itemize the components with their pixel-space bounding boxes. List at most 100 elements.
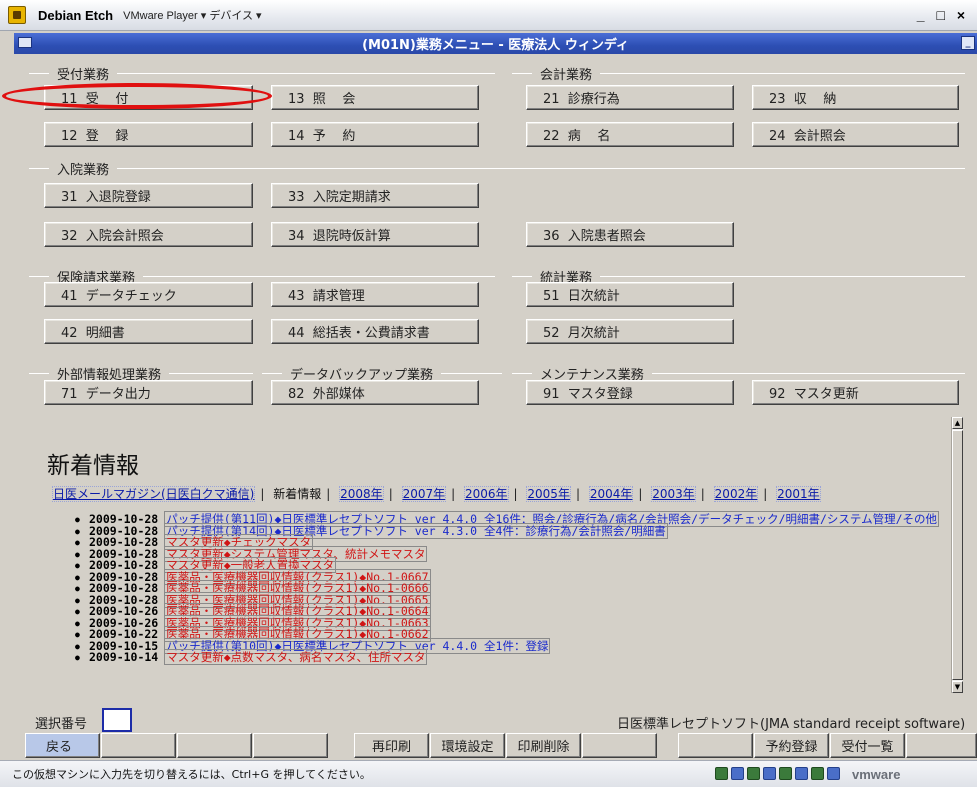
section-uketsuke: 受付業務 — [29, 64, 495, 83]
menu-button-23-shuunou[interactable]: 23 収 納 — [752, 85, 959, 110]
environment-settings-button[interactable]: 環境設定 — [430, 733, 505, 758]
section-label: 会計業務 — [540, 68, 593, 83]
fkey-empty-2[interactable] — [101, 733, 176, 758]
sound-icon[interactable] — [779, 767, 792, 780]
section-divider — [29, 276, 49, 277]
network-icon[interactable] — [715, 767, 728, 780]
fkey-empty-8[interactable] — [582, 733, 657, 758]
status-message: この仮想マシンに入力先を切り替えるには、Ctrl+G を押してください。 — [12, 768, 371, 781]
section-divider — [143, 276, 495, 277]
menu-button-41-data-check[interactable]: 41 データチェック — [44, 282, 253, 307]
menu-button-24-kaikei-shoukai[interactable]: 24 会計照会 — [752, 122, 959, 147]
menu-button-33-nyuin-teiki-seikyu[interactable]: 33 入院定期請求 — [271, 183, 479, 208]
menu-button-21-shinryou[interactable]: 21 診療行為 — [526, 85, 734, 110]
section-divider — [117, 168, 965, 169]
reprint-button[interactable]: 再印刷 — [354, 733, 429, 758]
news-link-2001[interactable]: 2001年 — [776, 486, 821, 502]
section-divider — [512, 276, 532, 277]
news-title: 新着情報 — [47, 453, 139, 479]
fkey-empty-4[interactable] — [253, 733, 328, 758]
menu-button-32-nyuin-kaikei-shoukai[interactable]: 32 入院会計照会 — [44, 222, 253, 247]
section-divider — [29, 168, 49, 169]
product-name: 日医標準レセプトソフト(JMA standard receipt softwar… — [617, 717, 966, 732]
app-titlebar: (M01N)業務メニュー - 医療法人 ウィンディ _ — [14, 33, 977, 54]
section-divider — [600, 276, 965, 277]
vmware-statusbar: この仮想マシンに入力先を切り替えるには、Ctrl+G を押してください。 vmw… — [0, 760, 977, 787]
message-icon[interactable] — [827, 767, 840, 780]
news-link-2002[interactable]: 2002年 — [713, 486, 759, 502]
back-button[interactable]: 戻る — [25, 733, 100, 758]
selection-number-input[interactable] — [102, 708, 132, 732]
vmware-logo: vmware — [852, 767, 901, 782]
vmware-titlebar: Debian Etch VMware Player ▾ デバイス ▾ _ □ × — [0, 0, 977, 31]
menu-button-51-nichiji-toukei[interactable]: 51 日次統計 — [526, 282, 734, 307]
news-scrollbar[interactable]: ▲ ▼ — [951, 417, 963, 693]
news-link-2004[interactable]: 2004年 — [588, 486, 634, 502]
news-link[interactable]: マスタ更新◆点数マスタ、病名マスタ、住所マスタ — [164, 649, 428, 665]
menu-button-34-taiinji-karikeisan[interactable]: 34 退院時仮計算 — [271, 222, 479, 247]
section-divider — [600, 73, 965, 74]
section-divider — [169, 373, 253, 374]
minimize-icon[interactable]: _ — [961, 36, 975, 50]
cdrom-icon[interactable] — [763, 767, 776, 780]
menu-button-43-seikyu-kanri[interactable]: 43 請求管理 — [271, 282, 479, 307]
menu-button-11-uketsuke[interactable]: 11 受 付 — [44, 85, 253, 110]
menu-button-36-nyuin-kanja-shoukai[interactable]: 36 入院患者照会 — [526, 222, 734, 247]
menu-button-92-master-koushin[interactable]: 92 マスタ更新 — [752, 380, 959, 405]
device-icons — [715, 767, 840, 780]
menu-button-12-touroku[interactable]: 12 登 録 — [44, 122, 253, 147]
menu-button-82-gaibu-baitai[interactable]: 82 外部媒体 — [271, 380, 479, 405]
app-title-text: (M01N)業務メニュー - 医療法人 ウィンディ — [362, 38, 629, 53]
news-link-2003[interactable]: 2003年 — [651, 486, 696, 502]
section-divider — [29, 73, 49, 74]
floppy-icon[interactable] — [747, 767, 760, 780]
reservation-register-button[interactable]: 予約登録 — [754, 733, 829, 758]
harddisk-icon[interactable] — [811, 767, 824, 780]
news-panel: 新着情報 日医メールマガジン(日医白クマ通信) | 新着情報 | 2008年 | 20… — [29, 418, 965, 704]
news-link-2005[interactable]: 2005年 — [526, 486, 571, 502]
menu-button-22-byoumei[interactable]: 22 病 名 — [526, 122, 734, 147]
section-divider — [512, 373, 532, 374]
selection-number-label: 選択番号 — [35, 717, 88, 732]
section-divider — [512, 73, 532, 74]
printer-icon[interactable] — [795, 767, 808, 780]
section-divider — [117, 73, 495, 74]
print-delete-button[interactable]: 印刷削除 — [506, 733, 581, 758]
news-link-2007[interactable]: 2007年 — [401, 486, 447, 502]
fkey-empty-9[interactable] — [678, 733, 753, 758]
function-key-bar: 戻る 再印刷 環境設定 印刷削除 予約登録 受付一覧 — [14, 733, 977, 759]
menu-button-44-soukatsuhyou[interactable]: 44 総括表・公費請求書 — [271, 319, 479, 344]
scrollbar-thumb[interactable] — [952, 430, 963, 680]
section-divider — [441, 373, 502, 374]
section-label: 入院業務 — [57, 163, 110, 178]
vmware-app-icon — [8, 6, 26, 24]
news-link-2008[interactable]: 2008年 — [339, 486, 384, 502]
menu-button-13-shoukai[interactable]: 13 照 会 — [271, 85, 479, 110]
menu-button-71-data-output[interactable]: 71 データ出力 — [44, 380, 253, 405]
section-divider — [29, 373, 49, 374]
news-link-current: 新着情報 — [273, 487, 322, 501]
menu-button-91-master-touroku[interactable]: 91 マスタ登録 — [526, 380, 734, 405]
news-list: 2009-10-28パッチ提供(第11回)◆日医標準レセプトソフト ver 4.… — [71, 511, 951, 665]
fkey-empty-3[interactable] — [177, 733, 252, 758]
news-link-mailmagazine[interactable]: 日医メールマガジン(日医白クマ通信) — [52, 486, 256, 502]
menu-button-14-yoyaku[interactable]: 14 予 約 — [271, 122, 479, 147]
menu-button-52-getsuji-toukei[interactable]: 52 月次統計 — [526, 319, 734, 344]
scroll-down-icon[interactable]: ▼ — [952, 681, 963, 693]
reception-list-button[interactable]: 受付一覧 — [830, 733, 905, 758]
news-links: 日医メールマガジン(日医白クマ通信) | 新着情報 | 2008年 | 2007年 | … — [52, 486, 821, 502]
section-label: 受付業務 — [57, 68, 110, 83]
vmware-menu[interactable]: VMware Player ▾ デバイス ▾ — [123, 7, 261, 23]
section-divider — [651, 373, 965, 374]
vm-window-title: Debian Etch — [38, 7, 114, 23]
usb-icon[interactable] — [731, 767, 744, 780]
menu-button-31-nyutaiin-touroku[interactable]: 31 入退院登録 — [44, 183, 253, 208]
section-divider — [262, 373, 282, 374]
fkey-empty-12[interactable] — [906, 733, 977, 758]
scroll-up-icon[interactable]: ▲ — [952, 417, 963, 429]
news-item: 2009-10-14 マスタ更新◆点数マスタ、病名マスタ、住所マスタ — [71, 649, 951, 665]
window-controls[interactable]: _ □ × — [917, 7, 969, 23]
system-menu-icon[interactable] — [18, 37, 32, 48]
news-link-2006[interactable]: 2006年 — [463, 486, 509, 502]
menu-button-42-meisaisho[interactable]: 42 明細書 — [44, 319, 253, 344]
